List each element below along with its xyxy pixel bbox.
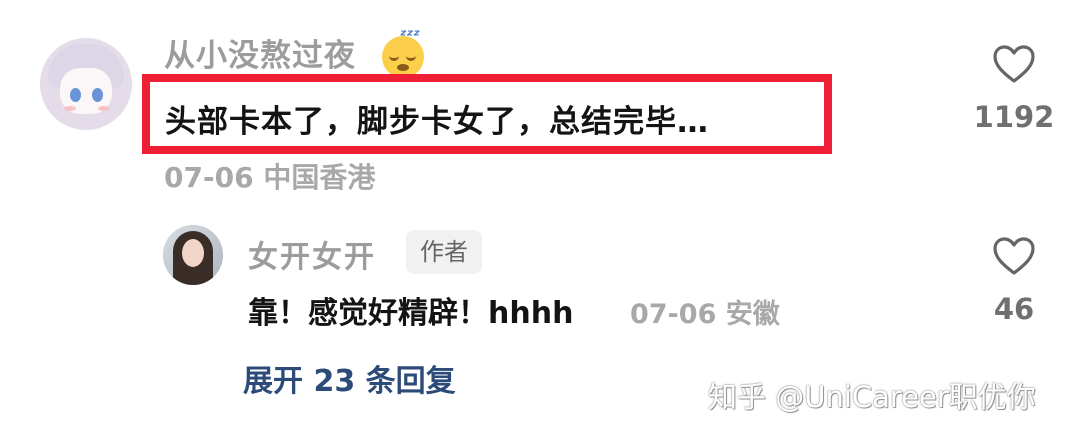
comment-date: 07-06 <box>164 161 254 194</box>
comment-text: 头部卡本了，脚步卡女了，总结完毕… <box>165 104 709 140</box>
reply-username[interactable]: 女开女开 <box>248 232 376 276</box>
like-count: 1192 <box>973 100 1055 134</box>
reply-text: 靠！感觉好精辟！hhhh <box>248 296 574 331</box>
comment-meta: 07-06 中国香港 <box>164 156 375 196</box>
author-badge: 作者 <box>406 230 482 274</box>
like-count: 46 <box>993 292 1035 326</box>
reply-like-button[interactable]: 46 <box>972 236 1056 326</box>
avatar[interactable] <box>40 38 132 130</box>
expand-replies-button[interactable]: 展开 23 条回复 <box>243 356 456 400</box>
heart-icon <box>993 45 1035 83</box>
comment-like-button[interactable]: 1192 <box>972 44 1056 134</box>
heart-icon <box>993 237 1035 275</box>
reply-date: 07-06 <box>630 299 717 330</box>
comment-username[interactable]: 从小没熬过夜 <box>164 30 356 75</box>
comment-location: 中国香港 <box>263 161 376 194</box>
zzz-icon: ᶻᶻᶻ <box>400 26 421 45</box>
watermark: 知乎 @UniCareer职优你 <box>708 380 1036 414</box>
reply-avatar[interactable] <box>163 225 223 285</box>
reply-location: 安徽 <box>725 299 780 330</box>
reply-meta: 07-06 安徽 <box>630 292 780 331</box>
